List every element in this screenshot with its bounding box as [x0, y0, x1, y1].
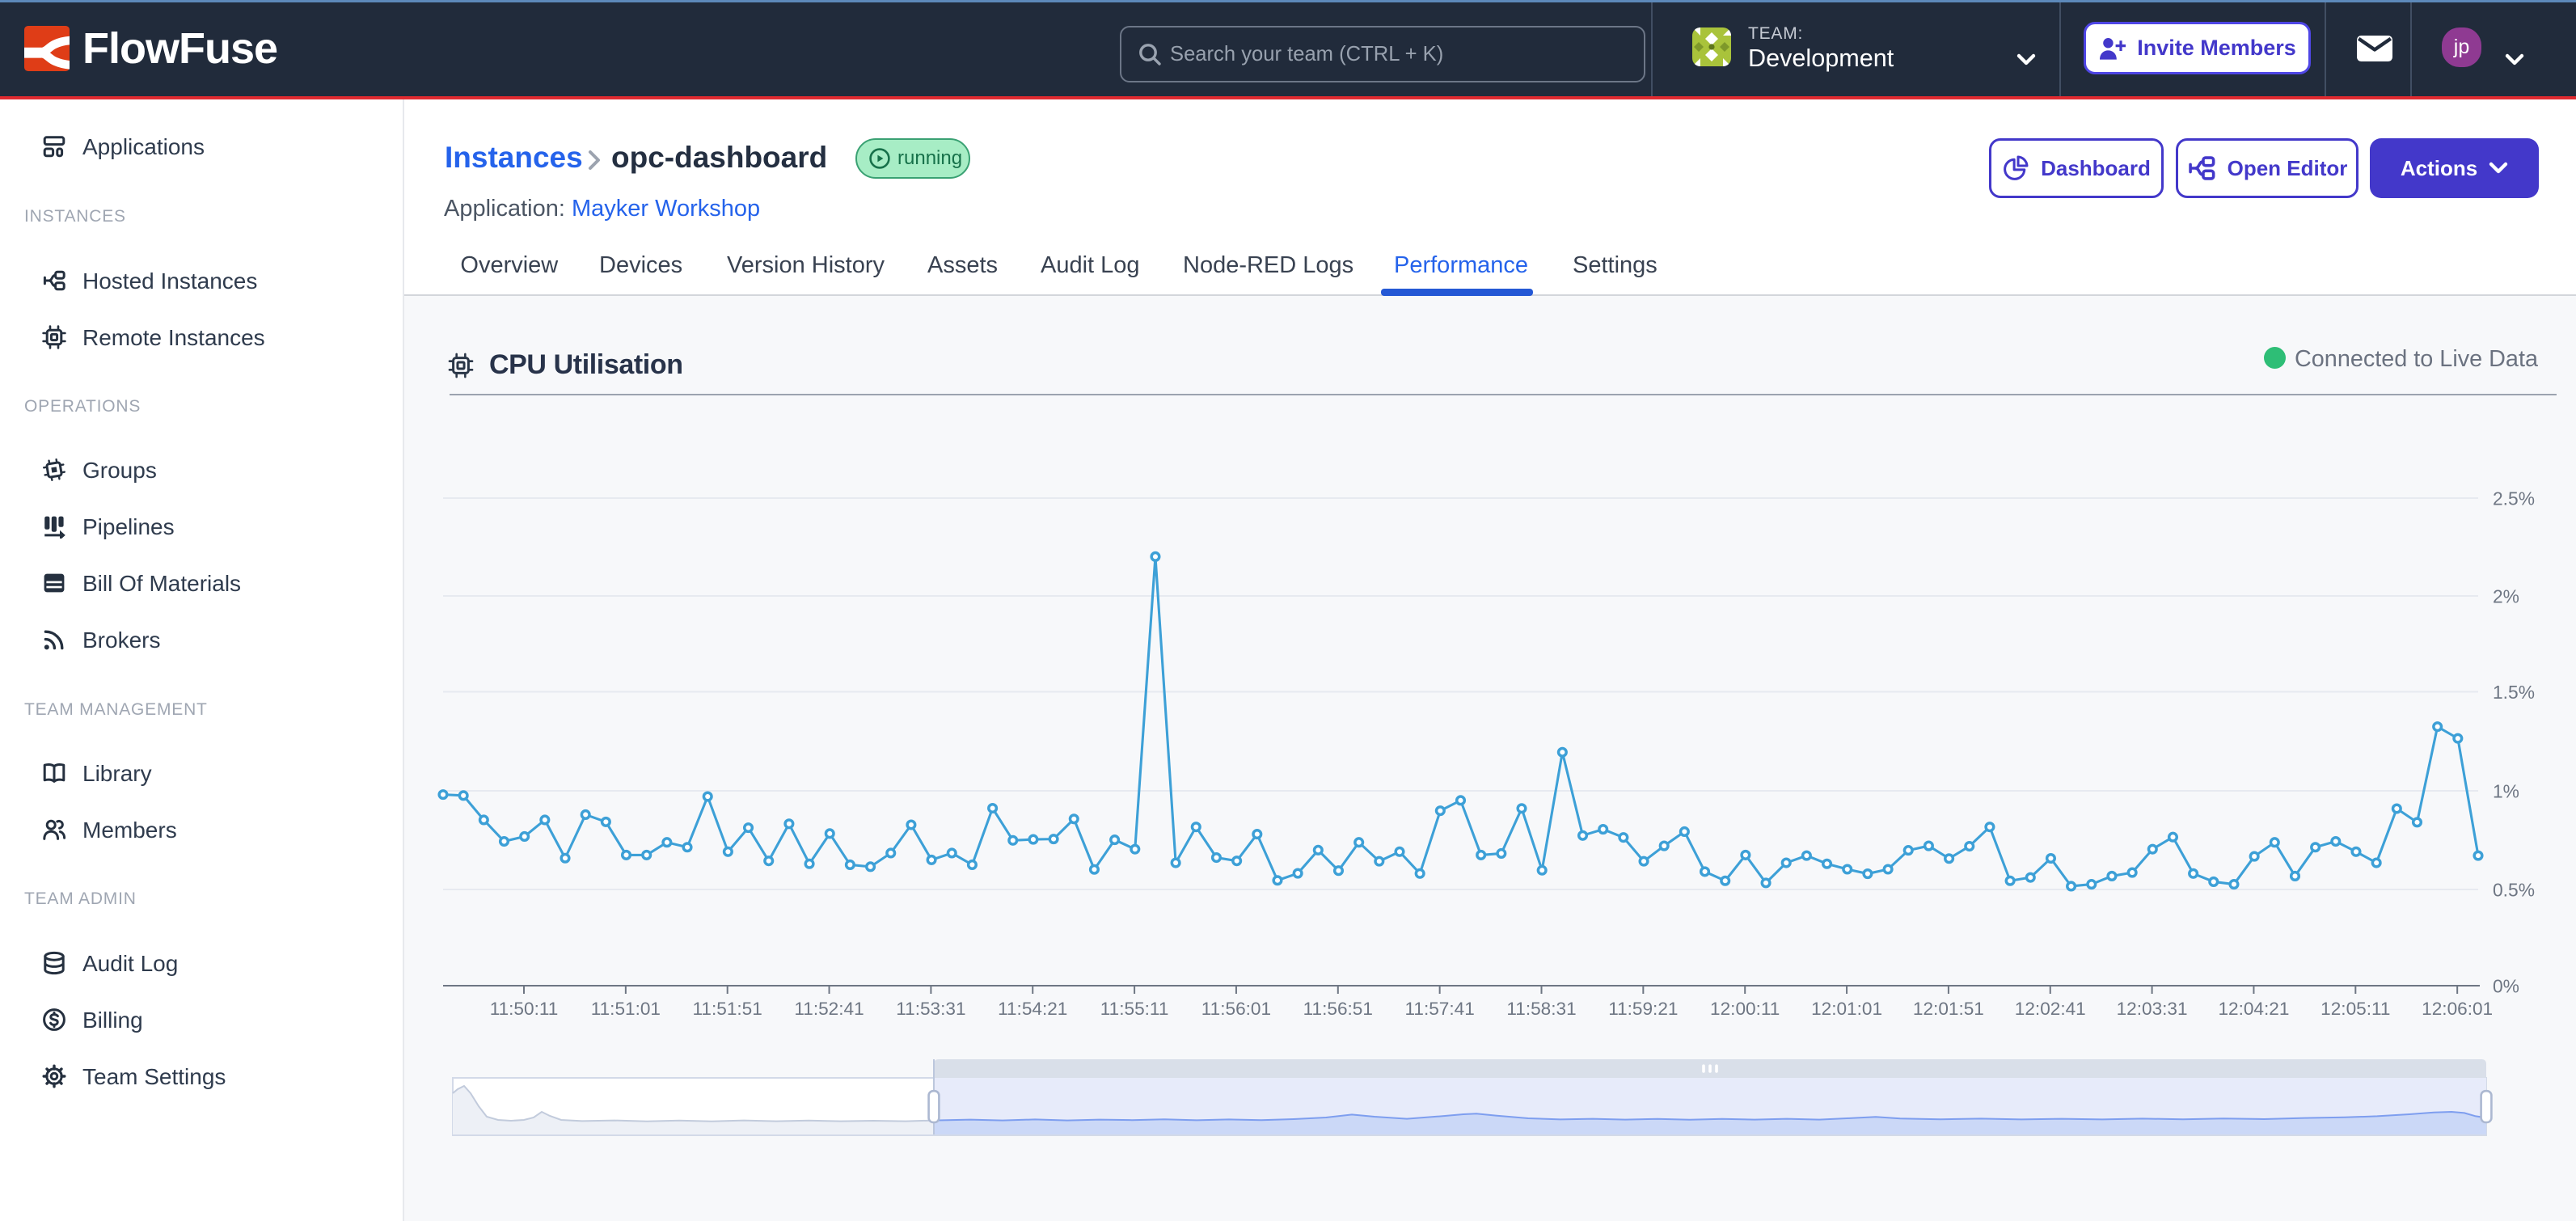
svg-text:12:00:11: 12:00:11: [1710, 999, 1780, 1019]
svg-text:11:56:51: 11:56:51: [1303, 999, 1373, 1019]
svg-text:0.5%: 0.5%: [2493, 879, 2535, 900]
svg-text:12:01:01: 12:01:01: [1811, 999, 1882, 1019]
svg-text:11:51:51: 11:51:51: [693, 999, 762, 1019]
svg-text:1%: 1%: [2493, 780, 2519, 801]
svg-text:12:02:41: 12:02:41: [2015, 999, 2086, 1019]
svg-text:11:55:11: 11:55:11: [1100, 999, 1169, 1019]
svg-text:11:59:21: 11:59:21: [1608, 999, 1678, 1019]
svg-text:12:01:51: 12:01:51: [1913, 999, 1984, 1019]
svg-text:1.5%: 1.5%: [2493, 682, 2535, 703]
svg-text:12:04:21: 12:04:21: [2218, 999, 2289, 1019]
svg-text:11:52:41: 11:52:41: [794, 999, 864, 1019]
svg-text:11:56:01: 11:56:01: [1201, 999, 1271, 1019]
svg-text:11:58:31: 11:58:31: [1506, 999, 1576, 1019]
svg-text:2.5%: 2.5%: [2493, 488, 2535, 509]
svg-text:11:57:41: 11:57:41: [1404, 999, 1474, 1019]
svg-text:11:53:31: 11:53:31: [896, 999, 965, 1019]
svg-text:11:50:11: 11:50:11: [490, 999, 559, 1019]
svg-text:12:03:31: 12:03:31: [2117, 999, 2188, 1019]
svg-text:12:05:11: 12:05:11: [2321, 999, 2390, 1019]
svg-text:11:54:21: 11:54:21: [998, 999, 1067, 1019]
svg-text:12:06:01: 12:06:01: [2422, 999, 2493, 1019]
svg-text:2%: 2%: [2493, 585, 2519, 606]
svg-text:0%: 0%: [2493, 975, 2519, 996]
svg-text:11:51:01: 11:51:01: [591, 999, 661, 1019]
